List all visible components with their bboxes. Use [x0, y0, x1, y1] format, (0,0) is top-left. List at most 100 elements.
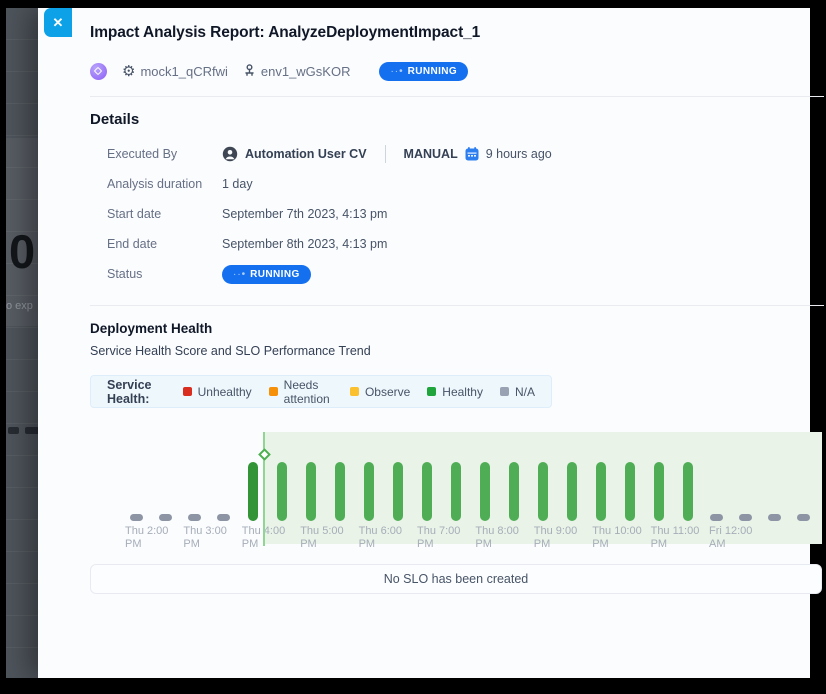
health-bar-healthy[interactable]	[683, 462, 693, 521]
health-bar-na[interactable]	[710, 514, 723, 521]
trigger-mode: MANUAL	[404, 147, 458, 161]
detail-value: September 8th 2023, 4:13 pm	[222, 237, 387, 251]
chart-bar-slot	[731, 514, 760, 521]
details-table: Executed By Automation User CV MANUAL 9 …	[90, 139, 824, 289]
header-meta-row: ⚙ mock1_qCRfwi env1_wGsKOR ··• RUNNING	[90, 61, 824, 81]
detail-label: Analysis duration	[107, 177, 222, 191]
health-bar-healthy[interactable]	[596, 462, 606, 521]
close-button[interactable]: ✕	[44, 8, 72, 37]
detail-value: September 7th 2023, 4:13 pm	[222, 207, 387, 221]
health-bar-healthy[interactable]	[654, 462, 664, 521]
chart-bar-slot	[325, 462, 354, 521]
chart-bar-slot	[586, 462, 615, 521]
legend-item: N/A	[500, 385, 535, 399]
executed-time-ago: 9 hours ago	[486, 147, 552, 161]
legend-swatch-icon	[427, 387, 436, 396]
section-divider	[90, 305, 824, 306]
health-bar-healthy[interactable]	[625, 462, 635, 521]
slo-empty-state: No SLO has been created	[90, 564, 822, 594]
x-axis-labels: Thu 2:00PMThu 3:00PMThu 4:00PMThu 5:00PM…	[90, 525, 822, 555]
health-bar-na[interactable]	[130, 514, 143, 521]
background-pill	[25, 427, 38, 434]
detail-value: 1 day	[222, 177, 253, 191]
chart-bar-slot	[180, 514, 209, 521]
legend-item: Healthy	[427, 385, 483, 399]
x-axis-tick-label: Thu 2:00PM	[125, 525, 168, 551]
health-bar-na[interactable]	[188, 514, 201, 521]
health-bar-healthy[interactable]	[277, 462, 287, 521]
detail-row: Analysis duration 1 day	[90, 169, 824, 199]
running-dots: ··•	[390, 66, 403, 77]
health-bar-na[interactable]	[159, 514, 172, 521]
legend-swatch-icon	[350, 387, 359, 396]
background-pill	[8, 427, 19, 434]
x-axis-tick-label: Thu 6:00PM	[359, 525, 402, 551]
page-title: Impact Analysis Report: AnalyzeDeploymen…	[90, 24, 824, 42]
mock-service: ⚙ mock1_qCRfwi	[122, 64, 228, 79]
detail-row: Start date September 7th 2023, 4:13 pm	[90, 199, 824, 229]
legend-label: Observe	[365, 385, 410, 399]
chart-bar-slot	[267, 462, 296, 521]
chart-bar-slot	[615, 462, 644, 521]
app-window: 0 o exp ✕ Impact Analysis Report: Analyz…	[6, 8, 810, 678]
chart-bar-slot	[383, 462, 412, 521]
status-badge: ··• RUNNING	[222, 265, 311, 284]
legend-swatch-icon	[500, 387, 509, 396]
x-axis-tick-label: Thu 8:00PM	[475, 525, 518, 551]
health-bar-healthy[interactable]	[306, 462, 316, 521]
health-bar-na[interactable]	[217, 514, 230, 521]
x-axis-tick-label: Thu 5:00PM	[300, 525, 343, 551]
health-bar-na[interactable]	[797, 514, 810, 521]
health-bar-healthy[interactable]	[567, 462, 577, 521]
x-axis-tick-label: Thu 3:00PM	[183, 525, 226, 551]
running-dots: ··•	[233, 269, 246, 280]
chart-subtitle: Service Health Score and SLO Performance…	[90, 344, 824, 358]
service-health-legend: Service Health: Unhealthy Needs attention…	[90, 375, 552, 408]
detail-row-status: Status ··• RUNNING	[90, 259, 824, 289]
detail-row-executed-by: Executed By Automation User CV MANUAL 9 …	[90, 139, 824, 169]
chart-bar-slot	[528, 462, 557, 521]
health-bar-healthy[interactable]	[509, 462, 519, 521]
health-bar-healthy[interactable]	[335, 462, 345, 521]
legend-swatch-icon	[269, 387, 278, 396]
chart-bar-slot	[557, 462, 586, 521]
health-bar-healthy[interactable]	[364, 462, 374, 521]
health-bar-healthy[interactable]	[422, 462, 432, 521]
x-axis-tick-label: Thu 7:00PM	[417, 525, 460, 551]
health-bar-healthy[interactable]	[393, 462, 403, 521]
vertical-separator	[385, 145, 386, 163]
legend-title: Service Health:	[107, 378, 166, 406]
background-large-number: 0	[9, 228, 35, 275]
chart-bar-slot	[760, 514, 789, 521]
status-badge: ··• RUNNING	[379, 62, 468, 81]
health-bar-healthy[interactable]	[451, 462, 461, 521]
health-bar-healthy-pre[interactable]	[248, 462, 258, 521]
health-bar-na[interactable]	[739, 514, 752, 521]
chart-bar-slot	[499, 462, 528, 521]
legend-swatch-icon	[183, 387, 192, 396]
legend-label: N/A	[515, 385, 535, 399]
environment-label: env1_wGsKOR	[261, 64, 351, 79]
legend-label: Unhealthy	[198, 385, 252, 399]
health-bar-healthy[interactable]	[480, 462, 490, 521]
detail-label: Start date	[107, 207, 222, 221]
x-axis-tick-label: Thu 9:00PM	[534, 525, 577, 551]
legend-label: Healthy	[442, 385, 483, 399]
background-clipped-text: o exp	[6, 300, 33, 312]
chart-bar-slot	[151, 514, 180, 521]
detail-label: End date	[107, 237, 222, 251]
health-bar-healthy[interactable]	[538, 462, 548, 521]
legend-item: Observe	[350, 385, 410, 399]
calendar-icon	[465, 147, 479, 161]
health-bar-na[interactable]	[768, 514, 781, 521]
details-heading: Details	[90, 111, 824, 128]
environment-icon	[243, 64, 256, 78]
chart-bar-slot	[470, 462, 499, 521]
chart-bar-slot	[122, 514, 151, 521]
gear-icon: ⚙	[122, 64, 135, 79]
environment: env1_wGsKOR	[243, 64, 351, 79]
legend-label: Needs attention	[284, 378, 333, 406]
detail-label: Status	[107, 267, 222, 281]
deployment-health-heading: Deployment Health	[90, 321, 824, 336]
impact-analysis-modal: ✕ Impact Analysis Report: AnalyzeDeploym…	[38, 8, 810, 678]
